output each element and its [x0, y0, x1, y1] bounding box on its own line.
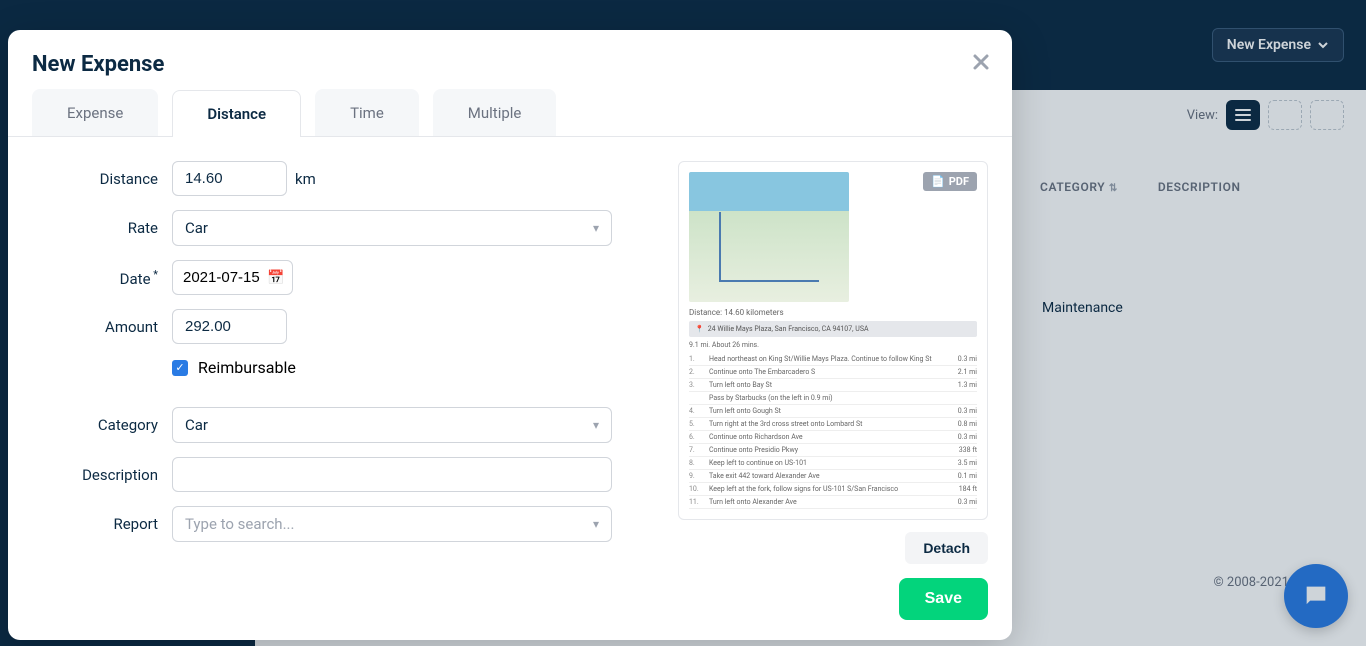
description-input[interactable] — [172, 457, 612, 492]
report-placeholder: Type to search... — [185, 515, 294, 533]
tab-expense[interactable]: Expense — [32, 89, 158, 136]
chevron-down-icon: ▾ — [593, 517, 599, 531]
map-route-line — [719, 212, 819, 282]
file-icon: 📄 — [931, 175, 945, 188]
direction-step: 9.Take exit 442 toward Alexander Ave0.1 … — [689, 470, 977, 483]
direction-step: 4.Turn left onto Gough St0.3 mi — [689, 405, 977, 418]
label-date: Date * — [32, 268, 172, 288]
distance-unit: km — [295, 170, 316, 188]
row-date: Date * 📅 — [32, 260, 632, 295]
label-description: Description — [32, 466, 172, 484]
category-value: Car — [185, 416, 208, 434]
tab-multiple[interactable]: Multiple — [433, 89, 557, 136]
directions-summary: 9.1 mi. About 26 mins. — [689, 341, 977, 349]
directions-list: 1.Head northeast on King St/Willie Mays … — [689, 353, 977, 509]
direction-step: 2.Continue onto The Embarcadero S2.1 mi — [689, 366, 977, 379]
modal-body: Distance km Rate Car ▾ Date * 📅 — [8, 137, 1012, 640]
label-amount: Amount — [32, 318, 172, 336]
row-description: Description — [32, 457, 632, 492]
detach-button[interactable]: Detach — [905, 532, 988, 564]
calendar-icon: 📅 — [267, 270, 284, 286]
row-distance: Distance km — [32, 161, 632, 196]
row-category: Category Car ▾ — [32, 407, 632, 443]
modal-footer: Save — [899, 578, 988, 620]
tab-time[interactable]: Time — [315, 89, 419, 136]
direction-step: 7.Continue onto Presidio Pkwy338 ft — [689, 444, 977, 457]
attachment-address: 📍 24 Willie Mays Plaza, San Francisco, C… — [689, 321, 977, 337]
attachment-column: 📄 PDF Distance: 14.60 kilometers 📍 24 Wi… — [656, 161, 988, 616]
direction-step: 10.Keep left at the fork, follow signs f… — [689, 483, 977, 496]
row-amount: Amount — [32, 309, 632, 344]
row-rate: Rate Car ▾ — [32, 210, 632, 246]
pdf-badge: 📄 PDF — [923, 172, 977, 191]
report-select[interactable]: Type to search... ▾ — [172, 506, 612, 542]
row-report: Report Type to search... ▾ — [32, 506, 632, 542]
close-button[interactable] — [972, 52, 990, 77]
close-icon — [972, 53, 990, 71]
direction-step: 6.Continue onto Richardson Ave0.3 mi — [689, 431, 977, 444]
date-input[interactable] — [177, 265, 267, 290]
rate-value: Car — [185, 219, 208, 237]
form-column: Distance km Rate Car ▾ Date * 📅 — [32, 161, 632, 616]
direction-step: Pass by Starbucks (on the left in 0.9 mi… — [689, 392, 977, 405]
label-reimbursable: Reimbursable — [198, 358, 296, 377]
attachment-distance-meta: Distance: 14.60 kilometers — [689, 308, 977, 317]
direction-step: 3.Turn left onto Bay St1.3 mi — [689, 379, 977, 392]
label-rate: Rate — [32, 219, 172, 237]
category-select[interactable]: Car ▾ — [172, 407, 612, 443]
rate-select[interactable]: Car ▾ — [172, 210, 612, 246]
label-category: Category — [32, 416, 172, 434]
new-expense-modal: New Expense Expense Distance Time Multip… — [8, 30, 1012, 640]
direction-step: 1.Head northeast on King St/Willie Mays … — [689, 353, 977, 366]
save-button[interactable]: Save — [899, 578, 988, 620]
label-distance: Distance — [32, 170, 172, 188]
direction-step: 8.Keep left to continue on US-1013.5 mi — [689, 457, 977, 470]
chevron-down-icon: ▾ — [593, 418, 599, 432]
reimbursable-checkbox[interactable]: ✓ — [172, 360, 188, 376]
direction-step: 11.Turn left onto Alexander Ave0.3 mi — [689, 496, 977, 509]
attachment-card[interactable]: 📄 PDF Distance: 14.60 kilometers 📍 24 Wi… — [678, 161, 988, 520]
distance-input[interactable] — [172, 161, 287, 196]
map-thumbnail — [689, 172, 849, 302]
pin-icon: 📍 — [695, 325, 704, 333]
row-reimbursable: ✓ Reimbursable — [172, 358, 632, 377]
chevron-down-icon: ▾ — [593, 221, 599, 235]
attachment-wrap: 📄 PDF Distance: 14.60 kilometers 📍 24 Wi… — [678, 161, 988, 564]
modal-title: New Expense — [8, 30, 1012, 89]
label-report: Report — [32, 515, 172, 533]
amount-input[interactable] — [172, 309, 287, 344]
modal-tabs: Expense Distance Time Multiple — [8, 89, 1012, 137]
date-input-wrap[interactable]: 📅 — [172, 260, 293, 295]
direction-step: 5.Turn right at the 3rd cross street ont… — [689, 418, 977, 431]
tab-distance[interactable]: Distance — [172, 90, 301, 137]
